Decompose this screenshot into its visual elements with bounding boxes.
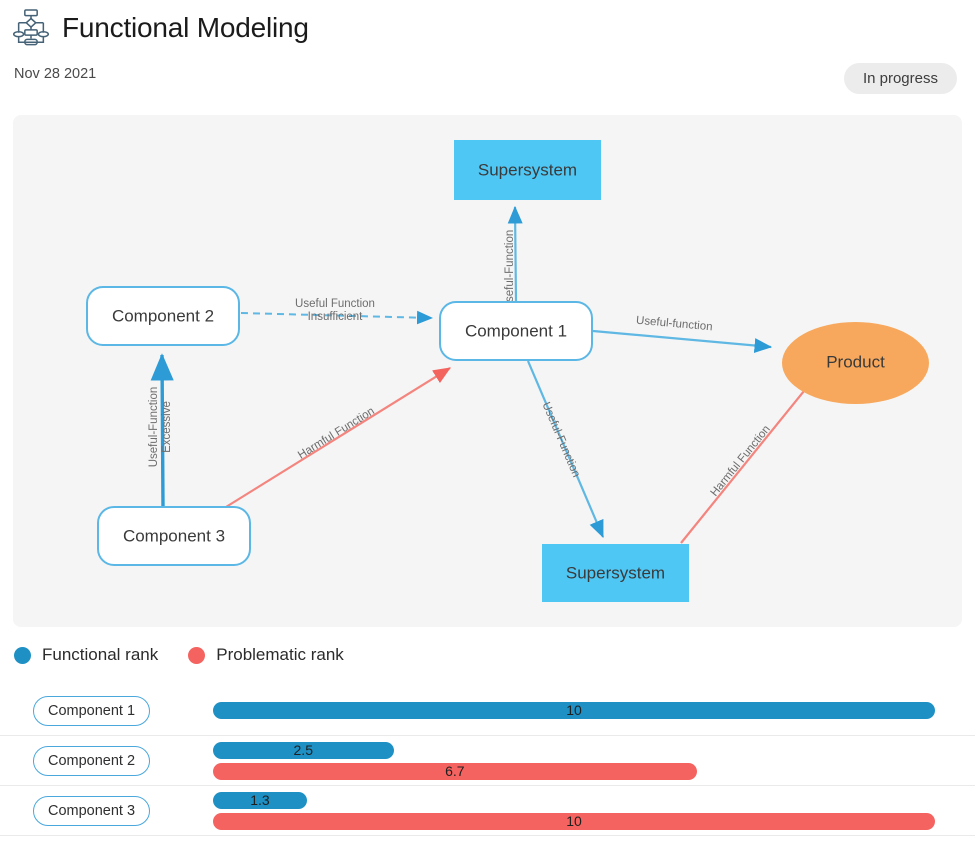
- legend-item-problematic-rank[interactable]: Problematic rank: [188, 645, 344, 665]
- legend-dot-icon: [188, 646, 206, 664]
- edge-supersystem-bottom-to-product[interactable]: Harmful Function: [680, 369, 822, 544]
- bar-value-label: 2.5: [293, 741, 313, 758]
- rank-row-bars: 1.3 10: [213, 786, 935, 835]
- edge-c3-to-c2[interactable]: Useful-Function Excessive: [148, 353, 174, 508]
- functional-modeling-page: Functional Modeling Nov 28 2021 In progr…: [0, 0, 975, 850]
- edge-c2-to-c1[interactable]: Useful Function Insufficient: [240, 298, 433, 325]
- bar-functional-rank[interactable]: 1.3: [213, 791, 307, 809]
- edge-label-line2: Excessive: [161, 401, 173, 453]
- legend-label: Problematic rank: [216, 645, 344, 664]
- node-supersystem-bottom[interactable]: Supersystem: [542, 544, 689, 602]
- rank-row-bars: 2.5 6.7: [213, 736, 935, 785]
- rank-row-label[interactable]: Component 1: [33, 695, 151, 726]
- edge-c1-to-product[interactable]: Useful-function: [592, 315, 773, 353]
- edge-label: Useful-function: [636, 315, 713, 334]
- edge-c3-to-c1[interactable]: Harmful Function: [225, 367, 451, 508]
- edge-label-line1: Useful-Function: [148, 387, 160, 468]
- bar-value-label: 1.3: [250, 791, 270, 808]
- node-component-2[interactable]: Component 2: [86, 286, 240, 346]
- edge-label: Harmful Function: [296, 405, 377, 461]
- rank-chart: Component 1 10 Component 2 2.5 6.7 Compo…: [0, 686, 975, 836]
- rank-row-label[interactable]: Component 3: [33, 795, 151, 826]
- edge-label: Harmful Function: [708, 423, 772, 499]
- edge-c1-to-supersystem-top[interactable]: Useful-Function: [504, 205, 523, 311]
- table-row[interactable]: Component 2 2.5 6.7: [0, 736, 975, 786]
- node-label: Product: [826, 352, 885, 371]
- bar-problematic-rank[interactable]: 10: [213, 812, 935, 830]
- page-title: Functional Modeling: [62, 12, 309, 43]
- flowchart-icon: [12, 8, 50, 48]
- rank-row-label[interactable]: Component 2: [33, 745, 151, 776]
- edge-label: Useful-Function: [504, 230, 516, 311]
- title-row: Functional Modeling: [12, 8, 309, 48]
- page-header: Functional Modeling Nov 28 2021 In progr…: [0, 0, 975, 115]
- table-row[interactable]: Component 3 1.3 10: [0, 786, 975, 836]
- edge-label-line1: Useful Function: [295, 298, 375, 310]
- table-row[interactable]: Component 1 10: [0, 686, 975, 736]
- rank-row-bars: 10: [213, 686, 935, 735]
- page-date: Nov 28 2021: [14, 66, 97, 82]
- node-label: Component 1: [465, 321, 567, 340]
- node-supersystem-top[interactable]: Supersystem: [454, 140, 601, 200]
- bar-functional-rank[interactable]: 2.5: [213, 741, 394, 759]
- edge-c1-to-supersystem-bottom[interactable]: Useful-Function: [526, 360, 605, 539]
- node-component-3[interactable]: Component 3: [97, 506, 251, 566]
- legend-label: Functional rank: [42, 645, 159, 664]
- node-label: Component 2: [112, 306, 214, 325]
- edge-label: Useful-Function: [539, 400, 582, 479]
- bar-value-label: 10: [566, 812, 582, 829]
- status-badge[interactable]: In progress: [843, 63, 957, 94]
- legend-item-functional-rank[interactable]: Functional rank: [14, 645, 158, 665]
- node-product[interactable]: Product: [782, 322, 929, 404]
- bar-value-label: 6.7: [445, 762, 465, 779]
- node-component-1[interactable]: Component 1: [439, 301, 593, 361]
- edge-label-line2: Insufficient: [308, 311, 364, 323]
- node-label: Supersystem: [566, 563, 665, 582]
- bar-problematic-rank[interactable]: 6.7: [213, 762, 697, 780]
- diagram-canvas[interactable]: Useful-Function Useful Function Insuffic…: [13, 115, 962, 627]
- legend-dot-icon: [14, 646, 31, 664]
- bar-functional-rank[interactable]: 10: [213, 702, 935, 719]
- node-label: Supersystem: [478, 160, 577, 179]
- chart-legend: Functional rank Problematic rank: [14, 645, 344, 665]
- node-label: Component 3: [123, 526, 225, 545]
- bar-value-label: 10: [566, 702, 582, 718]
